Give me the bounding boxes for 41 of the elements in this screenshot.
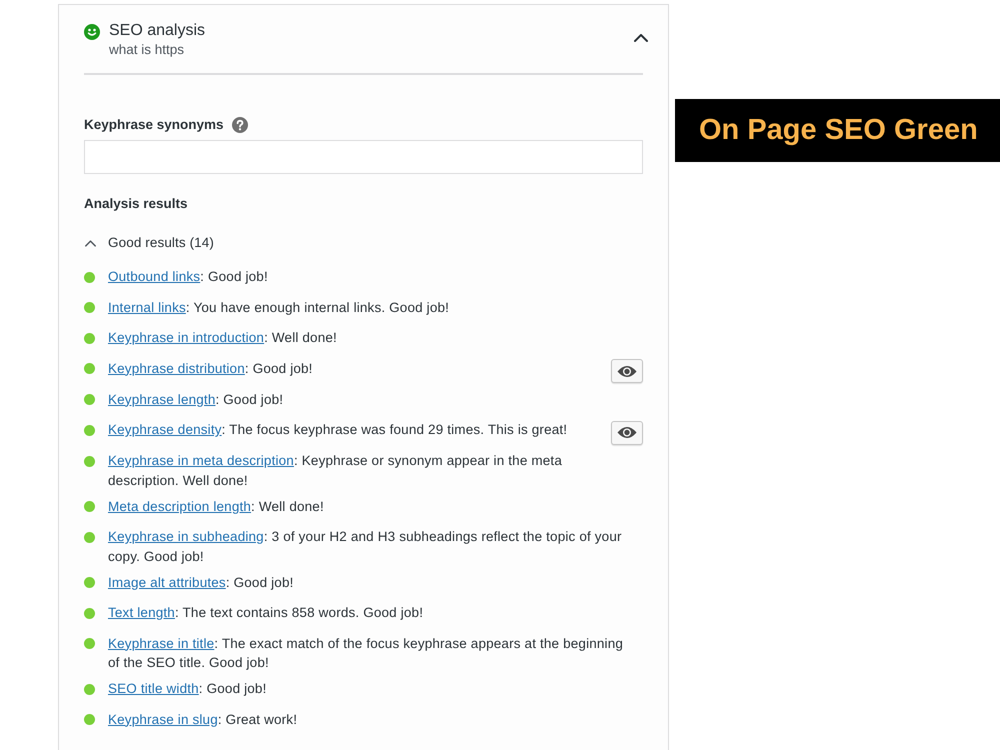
result-link[interactable]: Text length bbox=[108, 605, 175, 620]
smiley-face-icon bbox=[84, 24, 100, 40]
result-text: Keyphrase length: Good job! bbox=[108, 390, 284, 409]
result-text: Keyphrase in introduction: Well done! bbox=[108, 329, 338, 347]
result-text: SEO title width: Good job! bbox=[108, 680, 268, 698]
result-text: Text length: The text contains 858 words. Good job! bbox=[108, 604, 424, 622]
result-link[interactable]: Keyphrase in meta description bbox=[108, 453, 294, 468]
result-text: Keyphrase in meta description: Keyphrase or synonym appear in the meta description. Well done! bbox=[108, 452, 563, 490]
result-link[interactable]: Keyphrase in introduction bbox=[108, 330, 264, 345]
highlight-button[interactable] bbox=[611, 359, 643, 383]
result-link[interactable]: Keyphrase distribution bbox=[108, 360, 245, 376]
result-link[interactable]: Keyphrase in title bbox=[108, 636, 214, 650]
panel-title: SEO analysis bbox=[109, 21, 206, 41]
panel-subtitle: what is https bbox=[109, 41, 186, 59]
synonyms-input-field[interactable] bbox=[84, 140, 643, 174]
caption-text: On Page SEO Green bbox=[699, 116, 978, 145]
result-link[interactable]: Keyphrase density bbox=[108, 422, 222, 437]
result-text: Internal links: You have enough internal links. Good job! bbox=[108, 298, 450, 317]
help-icon[interactable] bbox=[232, 117, 248, 133]
result-link[interactable]: Keyphrase length bbox=[108, 392, 216, 406]
result-text: Keyphrase in title: The exact match of the focus keyphrase appears at the beginning of the SEO title. Good job! bbox=[108, 634, 624, 672]
result-link[interactable]: Internal links bbox=[108, 300, 186, 314]
highlight-button[interactable] bbox=[611, 420, 643, 444]
result-text: Keyphrase density: The focus keyphrase was found 29 times. This is great! bbox=[108, 421, 568, 439]
result-text: Keyphrase in slug: Great work! bbox=[108, 710, 298, 729]
synonyms-label: Keyphrase synonyms bbox=[84, 116, 224, 134]
result-text: Keyphrase in subheading: 3 of your H2 and H3 subheadings reflect the topic of your copy. Good job! bbox=[108, 528, 623, 566]
result-link[interactable]: Image alt attributes bbox=[108, 574, 226, 590]
eye-icon bbox=[617, 426, 637, 439]
result-link[interactable]: Keyphrase in subheading bbox=[108, 529, 264, 544]
result-link[interactable]: SEO title width bbox=[108, 681, 199, 696]
result-text: Meta description length: Well done! bbox=[108, 498, 325, 516]
result-link[interactable]: Meta description length bbox=[108, 498, 252, 514]
result-link[interactable]: Keyphrase in slug bbox=[108, 712, 218, 726]
result-text: Keyphrase distribution: Good job! bbox=[108, 360, 314, 378]
results-toggle[interactable]: Good results (14) bbox=[84, 233, 214, 253]
result-link[interactable]: Outbound links bbox=[108, 269, 200, 284]
result-text: Image alt attributes: Good job! bbox=[108, 574, 295, 592]
eye-icon bbox=[617, 364, 637, 378]
result-text: Outbound links: Good job! bbox=[108, 268, 269, 286]
analysis-heading: Analysis results bbox=[84, 195, 188, 213]
